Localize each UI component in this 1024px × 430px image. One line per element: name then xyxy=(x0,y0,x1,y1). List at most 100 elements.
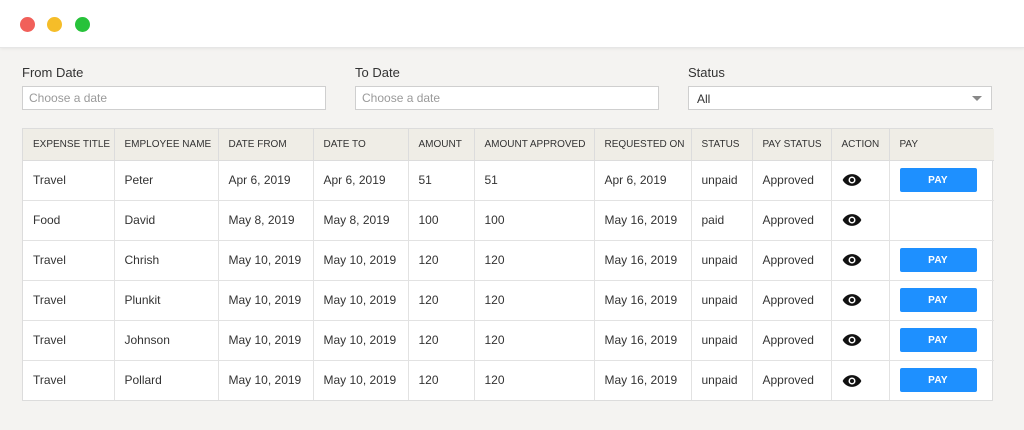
table-row: Travel Johnson May 10, 2019 May 10, 2019 120… xyxy=(23,320,994,361)
table-body: Travel Peter Apr 6, 2019 Apr 6, 2019 51 51 Apr… xyxy=(23,160,994,400)
date-from-cell: May 10, 2019 xyxy=(218,360,314,400)
status-cell: unpaid xyxy=(691,160,753,201)
to-date-label: To Date xyxy=(355,65,400,80)
requested-on-cell: May 16, 2019 xyxy=(594,280,692,321)
pay-button[interactable]: PAY xyxy=(899,248,977,272)
maximize-window-button[interactable] xyxy=(75,17,90,32)
window-titlebar xyxy=(0,0,1024,48)
expense-title-cell: Travel xyxy=(23,280,115,321)
action-cell xyxy=(831,240,890,281)
date-to-cell: Apr 6, 2019 xyxy=(313,160,409,201)
requested-on-cell: May 16, 2019 xyxy=(594,320,692,361)
status-cell: unpaid xyxy=(691,280,753,321)
requested-on-cell: May 16, 2019 xyxy=(594,240,692,281)
close-window-button[interactable] xyxy=(20,17,35,32)
column-header: DATE TO xyxy=(313,129,409,161)
amount-cell: 100 xyxy=(408,200,475,241)
pay-cell: PAY xyxy=(889,320,994,361)
requested-on-cell: Apr 6, 2019 xyxy=(594,160,692,201)
table-row: Food David May 8, 2019 May 8, 2019 100 100 May… xyxy=(23,200,994,241)
eye-icon[interactable] xyxy=(842,333,862,347)
action-cell xyxy=(831,280,890,321)
status-cell: unpaid xyxy=(691,240,753,281)
column-header: STATUS xyxy=(691,129,753,161)
date-to-cell: May 10, 2019 xyxy=(313,280,409,321)
requested-on-cell: May 16, 2019 xyxy=(594,200,692,241)
date-to-cell: May 10, 2019 xyxy=(313,360,409,400)
amount-approved-cell: 51 xyxy=(474,160,595,201)
expense-title-cell: Travel xyxy=(23,360,115,400)
pay-button[interactable]: PAY xyxy=(899,288,977,312)
from-date-label: From Date xyxy=(22,65,84,80)
pay-cell: PAY xyxy=(889,280,994,321)
date-from-cell: May 10, 2019 xyxy=(218,280,314,321)
pay-status-cell: Approved xyxy=(752,160,832,201)
amount-approved-cell: 120 xyxy=(474,320,595,361)
minimize-window-button[interactable] xyxy=(47,17,62,32)
column-header: EXPENSE TITLE xyxy=(23,129,115,161)
table-row: Travel Peter Apr 6, 2019 Apr 6, 2019 51 51 Apr… xyxy=(23,160,994,201)
expense-title-cell: Travel xyxy=(23,320,115,361)
date-from-cell: May 8, 2019 xyxy=(218,200,314,241)
amount-approved-cell: 100 xyxy=(474,200,595,241)
pay-status-cell: Approved xyxy=(752,360,832,400)
pay-button[interactable]: PAY xyxy=(899,168,977,192)
amount-approved-cell: 120 xyxy=(474,360,595,400)
date-to-cell: May 10, 2019 xyxy=(313,240,409,281)
column-header: AMOUNT xyxy=(408,129,475,161)
amount-approved-cell: 120 xyxy=(474,280,595,321)
employee-name-cell: Plunkit xyxy=(114,280,219,321)
employee-name-cell: Peter xyxy=(114,160,219,201)
expense-title-cell: Travel xyxy=(23,160,115,201)
from-date-input[interactable]: Choose a date xyxy=(22,86,326,110)
expense-table: EXPENSE TITLE EMPLOYEE NAME DATE FROM DATE … xyxy=(22,128,994,401)
eye-icon[interactable] xyxy=(842,374,862,388)
employee-name-cell: Pollard xyxy=(114,360,219,400)
employee-name-cell: David xyxy=(114,200,219,241)
status-select[interactable]: All xyxy=(688,86,992,110)
amount-cell: 120 xyxy=(408,240,475,281)
expense-title-cell: Travel xyxy=(23,240,115,281)
column-header: DATE FROM xyxy=(218,129,314,161)
expense-title-cell: Food xyxy=(23,200,115,241)
pay-status-cell: Approved xyxy=(752,240,832,281)
date-to-cell: May 8, 2019 xyxy=(313,200,409,241)
column-header: AMOUNT APPROVED xyxy=(474,129,595,161)
pay-button[interactable]: PAY xyxy=(899,328,977,352)
column-header: PAY xyxy=(889,129,994,161)
pay-status-cell: Approved xyxy=(752,280,832,321)
status-cell: unpaid xyxy=(691,320,753,361)
amount-cell: 51 xyxy=(408,160,475,201)
employee-name-cell: Johnson xyxy=(114,320,219,361)
eye-icon[interactable] xyxy=(842,293,862,307)
action-cell xyxy=(831,320,890,361)
pay-cell: PAY xyxy=(889,240,994,281)
eye-icon[interactable] xyxy=(842,253,862,267)
pay-cell: PAY xyxy=(889,160,994,201)
table-row: Travel Pollard May 10, 2019 May 10, 2019 120… xyxy=(23,360,994,400)
action-cell xyxy=(831,360,890,400)
status-cell: unpaid xyxy=(691,360,753,400)
employee-name-cell: Chrish xyxy=(114,240,219,281)
column-header: ACTION xyxy=(831,129,890,161)
eye-icon[interactable] xyxy=(842,173,862,187)
pay-cell xyxy=(889,200,994,241)
pay-status-cell: Approved xyxy=(752,320,832,361)
eye-icon[interactable] xyxy=(842,213,862,227)
status-label: Status xyxy=(688,65,725,80)
table-header-row: EXPENSE TITLE EMPLOYEE NAME DATE FROM DATE … xyxy=(23,129,994,161)
table-row: Travel Plunkit May 10, 2019 May 10, 2019 120… xyxy=(23,280,994,321)
status-cell: paid xyxy=(691,200,753,241)
pay-cell: PAY xyxy=(889,360,994,400)
amount-cell: 120 xyxy=(408,280,475,321)
date-from-cell: May 10, 2019 xyxy=(218,240,314,281)
table-row: Travel Chrish May 10, 2019 May 10, 2019 120 1… xyxy=(23,240,994,281)
amount-cell: 120 xyxy=(408,320,475,361)
pay-status-cell: Approved xyxy=(752,200,832,241)
amount-cell: 120 xyxy=(408,360,475,400)
pay-button[interactable]: PAY xyxy=(899,368,977,393)
to-date-input[interactable]: Choose a date xyxy=(355,86,659,110)
date-to-cell: May 10, 2019 xyxy=(313,320,409,361)
requested-on-cell: May 16, 2019 xyxy=(594,360,692,400)
status-select-value: All xyxy=(697,92,711,106)
